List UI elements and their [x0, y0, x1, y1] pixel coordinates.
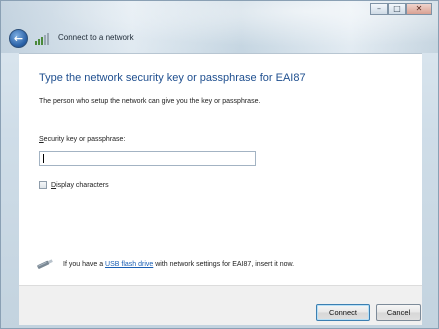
security-key-label-text: ecurity key or passphrase:: [43, 136, 126, 143]
usb-hint: If you have a USB flash drive with netwo…: [35, 259, 294, 269]
usb-hint-suffix: with network settings for EAI87, insert …: [153, 260, 295, 268]
caption-buttons: – □ ✕: [370, 3, 432, 15]
content-pane: Type the network security key or passphr…: [19, 53, 422, 286]
connect-button[interactable]: Connect: [316, 304, 370, 321]
minimize-button[interactable]: –: [370, 3, 388, 15]
text-caret: [43, 154, 44, 163]
instruction-text: The person who setup the network can giv…: [39, 98, 261, 105]
page-title: Type the network security key or passphr…: [39, 72, 306, 84]
display-characters-label: Display characters: [51, 182, 109, 189]
security-key-label: Security key or passphrase:: [39, 136, 125, 143]
connect-to-network-window: – □ ✕ ← Connect to a network Type the ne…: [0, 0, 439, 329]
cancel-button[interactable]: Cancel: [376, 304, 421, 321]
security-key-input[interactable]: [39, 151, 256, 166]
display-characters-label-text: isplay characters: [56, 181, 109, 189]
button-bar: Connect Cancel: [19, 285, 422, 325]
usb-hint-prefix: If you have a: [63, 260, 106, 268]
back-arrow-icon[interactable]: ←: [9, 29, 28, 48]
display-characters-option[interactable]: Display characters: [39, 181, 109, 189]
usb-flash-drive-link[interactable]: USB flash drive: [105, 261, 153, 268]
network-icon: [35, 33, 49, 45]
navigation-bar: ← Connect to a network: [1, 27, 438, 51]
close-button[interactable]: ✕: [406, 3, 432, 15]
usb-drive-icon: [37, 259, 53, 269]
usb-hint-text: If you have a USB flash drive with netwo…: [63, 261, 294, 268]
window-title: Connect to a network: [58, 33, 134, 42]
display-characters-checkbox[interactable]: [39, 181, 47, 189]
maximize-button[interactable]: □: [388, 3, 406, 15]
